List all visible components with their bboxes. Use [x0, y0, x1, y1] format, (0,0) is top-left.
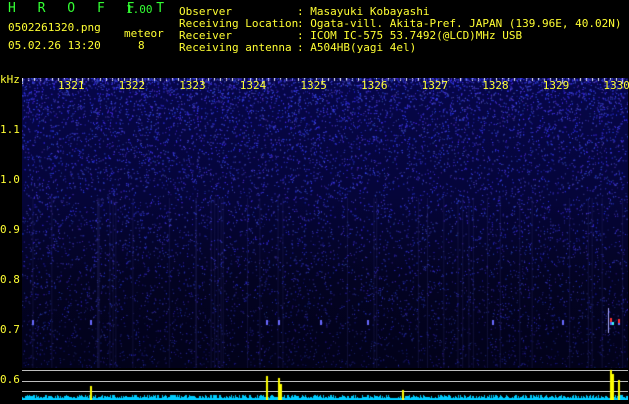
- time-tick-label: 1326: [361, 79, 388, 92]
- version-label: 1.00: [126, 3, 153, 16]
- unit-label: kHz: [0, 73, 20, 86]
- freq-tick-label: 0.7: [0, 323, 20, 336]
- freq-tick-label: 1.1: [0, 123, 20, 136]
- time-tick-label: 1324: [239, 79, 267, 92]
- signal-strip: [22, 368, 628, 400]
- filename-label: 0502261320.png: [8, 21, 101, 34]
- time-tick-label: 1327: [421, 79, 449, 92]
- spectrogram-canvas: [22, 78, 628, 368]
- datetime-label: 05.02.26 13:20: [8, 39, 101, 52]
- spectrogram: [22, 78, 628, 368]
- time-tick-label: 1321: [58, 79, 85, 92]
- time-tick-label: 1328: [482, 79, 509, 92]
- freq-tick-label: 0.8: [0, 273, 20, 286]
- freq-tick-label: 1.0: [0, 173, 20, 186]
- freq-tick-label: 0.9: [0, 223, 20, 236]
- time-tick-label: 1330: [603, 79, 629, 92]
- signal-strip-canvas: [22, 368, 628, 400]
- time-tick-label: 1323: [179, 79, 206, 92]
- freq-tick-label: 0.6: [0, 373, 20, 386]
- meteor-count: 8: [138, 39, 145, 52]
- time-tick-label: 1322: [118, 79, 146, 92]
- time-tick-label: 1325: [300, 79, 327, 92]
- time-tick-label: 1329: [542, 79, 570, 92]
- antenna-value: : A504HB(yagi 4el): [297, 41, 417, 54]
- antenna-label: Receiving antenna: [179, 41, 292, 54]
